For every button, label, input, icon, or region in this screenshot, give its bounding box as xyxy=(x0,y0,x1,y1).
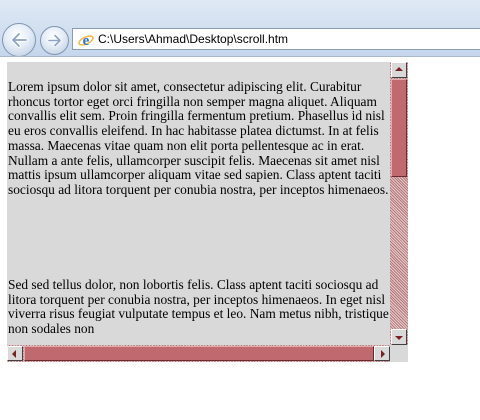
forward-button[interactable] xyxy=(40,26,69,55)
svg-text:e: e xyxy=(83,33,90,48)
toolbar-divider xyxy=(0,56,480,57)
scroll-down-button[interactable] xyxy=(391,329,407,345)
scroll-up-button[interactable] xyxy=(391,62,407,78)
back-button[interactable] xyxy=(2,23,36,57)
scrollbar-corner xyxy=(390,345,408,362)
back-arrow-icon xyxy=(11,32,28,48)
page-viewport: Lorem ipsum dolor sit amet, consectetur … xyxy=(7,62,408,362)
arrow-right-icon xyxy=(381,349,385,358)
scroll-right-button[interactable] xyxy=(374,346,390,361)
horizontal-scrollbar[interactable] xyxy=(7,345,390,362)
arrow-up-icon xyxy=(395,67,403,71)
ie-logo-icon: e xyxy=(78,33,94,48)
address-bar[interactable]: e C:\Users\Ahmad\Desktop\scroll.htm xyxy=(72,28,480,50)
paragraph-2: Sed sed tellus dolor, non lobortis felis… xyxy=(8,277,389,337)
browser-toolbar: e C:\Users\Ahmad\Desktop\scroll.htm xyxy=(0,0,480,57)
vertical-scroll-thumb[interactable] xyxy=(391,79,407,177)
arrow-down-icon xyxy=(395,336,403,340)
scroll-left-button[interactable] xyxy=(7,346,23,361)
address-url[interactable]: C:\Users\Ahmad\Desktop\scroll.htm xyxy=(98,32,288,46)
scroll-content[interactable]: Lorem ipsum dolor sit amet, consectetur … xyxy=(7,62,390,345)
horizontal-scroll-thumb[interactable] xyxy=(24,346,374,361)
paragraph-1: Lorem ipsum dolor sit amet, consectetur … xyxy=(8,79,389,197)
vertical-scrollbar[interactable] xyxy=(390,62,408,345)
forward-arrow-icon xyxy=(47,34,62,47)
arrow-left-icon xyxy=(12,349,16,358)
